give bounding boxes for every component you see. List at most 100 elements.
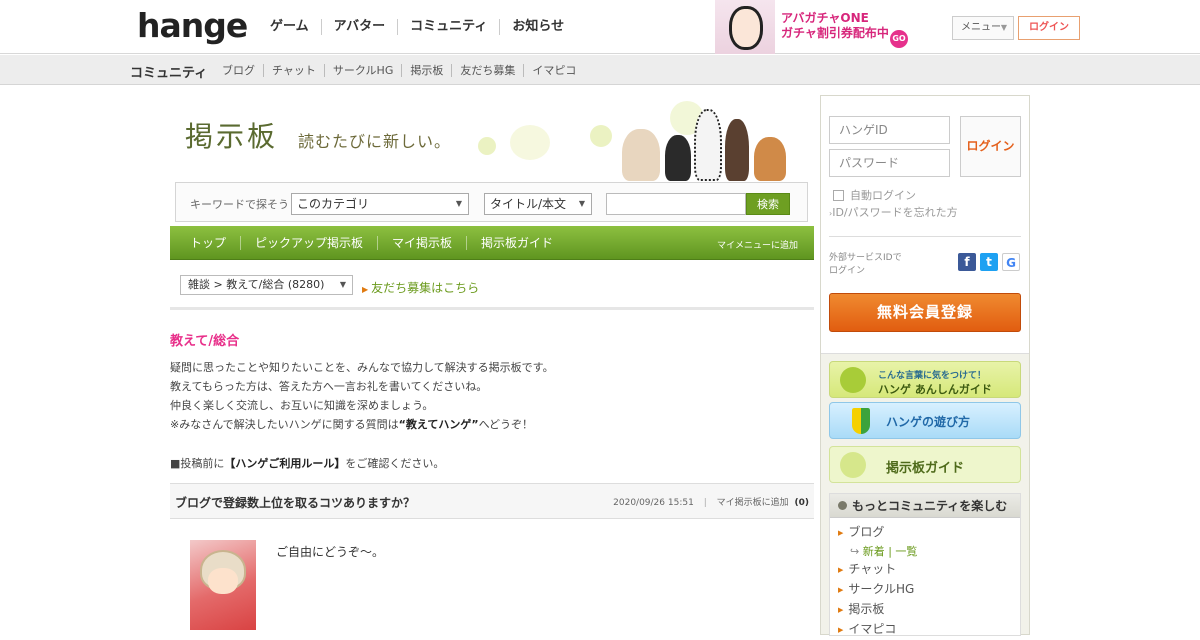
more-chat[interactable]: ▶ チャット bbox=[838, 560, 1020, 580]
google-icon[interactable]: G bbox=[1002, 253, 1020, 271]
hange-id-input[interactable]: ハンゲID bbox=[829, 116, 950, 144]
blog-new-list[interactable]: ↪ 新着 | 一覧 bbox=[838, 543, 1020, 560]
anshin-guide-banner[interactable]: こんな言葉に気をつけて！ ハンゲ あんしんガイド bbox=[829, 361, 1021, 398]
search-bar: キーワードで探そう このカテゴリ ▼ タイトル/本文 ▼ 検索 bbox=[175, 182, 808, 222]
tab-board-guide[interactable]: 掲示板ガイド bbox=[466, 236, 567, 250]
board-hero: 掲示板 読むたびに新しい。 bbox=[170, 95, 814, 185]
post-body: ご自由にどうぞ～。 bbox=[276, 545, 385, 559]
search-button[interactable]: 検索 bbox=[746, 193, 790, 215]
more-imapico[interactable]: ▶ イマピコ bbox=[838, 620, 1020, 640]
add-to-my-board-link[interactable]: マイ掲示板に追加 bbox=[717, 498, 789, 508]
menu-dropdown[interactable]: メニュー ▼ bbox=[952, 16, 1014, 40]
board-description: 疑問に思ったことや知りたいことを、みんなで協力して解決する掲示板です。 教えても… bbox=[170, 358, 554, 434]
password-input[interactable]: パスワード bbox=[829, 149, 950, 177]
external-login-label: 外部サービスIDで ログイン bbox=[829, 253, 902, 276]
circle-arrow-icon bbox=[838, 501, 847, 510]
global-nav: ゲーム アバター コミュニティ お知らせ bbox=[258, 19, 576, 35]
poster-avatar[interactable] bbox=[190, 540, 256, 630]
banner2-label: ハンゲの遊び方 bbox=[886, 415, 971, 429]
board-title: 教えて/総合 bbox=[170, 334, 240, 349]
thread-datetime: 2020/09/26 15:51 bbox=[613, 498, 694, 508]
rules-link[interactable]: 【ハンゲご利用ルール】 bbox=[224, 457, 345, 470]
nav-community[interactable]: コミュニティ bbox=[397, 19, 499, 35]
banner3-label: 掲示板ガイド bbox=[886, 461, 965, 476]
community-subnav: コミュニティ ブログ チャット サークルHG 掲示板 友だち募集 イマピコ bbox=[0, 55, 1200, 85]
board-guide-banner[interactable]: 掲示板ガイド bbox=[829, 446, 1021, 483]
dogs-image bbox=[622, 129, 660, 181]
facebook-icon[interactable]: f bbox=[958, 253, 976, 271]
subnav-blog[interactable]: ブログ bbox=[214, 64, 263, 77]
login-box: ハンゲID パスワード ログイン 自動ログイン ›ID/パスワードを忘れた方 外… bbox=[821, 96, 1029, 354]
sidebar: ハンゲID パスワード ログイン 自動ログイン ›ID/パスワードを忘れた方 外… bbox=[820, 95, 1030, 636]
thread-header: ブログで登録数上位を取るコツありますか？ 2020/09/26 15:51 | … bbox=[170, 483, 814, 519]
tab-my-board[interactable]: マイ掲示板 bbox=[377, 236, 466, 250]
key-icon bbox=[840, 367, 866, 393]
desc-line-3: 仲良く楽しく交流し、お互いに知識を深めましょう。 bbox=[170, 399, 434, 412]
nav-game[interactable]: ゲーム bbox=[258, 19, 321, 35]
hero-title: 掲示板 bbox=[185, 120, 279, 153]
hero-tagline: 読むたびに新しい。 bbox=[298, 132, 452, 151]
tab-pickup[interactable]: ピックアップ掲示板 bbox=[240, 236, 377, 250]
forgot-id-link[interactable]: ›ID/パスワードを忘れた方 bbox=[829, 204, 958, 220]
add-count: (0) bbox=[794, 498, 810, 508]
friend-recruit-link[interactable]: ▶ 友だち募集はこちら bbox=[362, 279, 479, 296]
rules-notice: ■投稿前に【ハンゲご利用ルール】をご確認ください。 bbox=[170, 457, 445, 470]
checkbox[interactable] bbox=[833, 189, 844, 201]
banner1-small: こんな言葉に気をつけて！ bbox=[878, 371, 987, 381]
main-content: 掲示板 読むたびに新しい。 キーワードで探そう このカテゴリ ▼ タイトル/本文 ▼… bbox=[170, 95, 814, 630]
more-blog[interactable]: ▶ ブログ bbox=[838, 523, 1020, 543]
banner-go-badge: GO bbox=[890, 30, 908, 48]
search-label: キーワードで探そう bbox=[190, 198, 289, 211]
more-circle[interactable]: ▶ サークルHG bbox=[838, 580, 1020, 600]
divider bbox=[170, 307, 814, 310]
subnav-imapico[interactable]: イマピコ bbox=[523, 64, 584, 77]
search-type-select[interactable]: タイトル/本文 ▼ bbox=[484, 193, 592, 215]
arrow-right-icon: ▶ bbox=[838, 529, 844, 537]
desc-line-2: 教えてもらった方は、答えた方へ一言お礼を書いてくださいね。 bbox=[170, 380, 488, 393]
more-board[interactable]: ▶ 掲示板 bbox=[838, 600, 1020, 620]
auto-login[interactable]: 自動ログイン bbox=[833, 187, 916, 203]
banner-line1: アバガチャONE bbox=[781, 11, 869, 25]
login-button[interactable]: ログイン bbox=[960, 116, 1021, 177]
tab-top[interactable]: トップ bbox=[176, 236, 240, 250]
arrow-right-icon: ▶ bbox=[838, 626, 844, 634]
how-to-play-banner[interactable]: ハンゲの遊び方 bbox=[829, 402, 1021, 439]
thread-meta: 2020/09/26 15:51 | マイ掲示板に追加 (0) bbox=[606, 495, 809, 508]
oshiete-hange-link[interactable]: “教えてハンゲ” bbox=[399, 418, 479, 431]
subnav-chat[interactable]: チャット bbox=[263, 64, 324, 77]
divider bbox=[829, 236, 1021, 237]
arrow-right-icon: ▶ bbox=[362, 285, 369, 294]
header-login-button[interactable]: ログイン bbox=[1018, 16, 1080, 40]
meta-separator: | bbox=[703, 498, 707, 508]
subnav-circle[interactable]: サークルHG bbox=[323, 64, 401, 77]
chevron-down-icon: ▼ bbox=[455, 199, 462, 208]
arrow-right-icon: ▶ bbox=[838, 606, 844, 614]
chevron-down-icon: ▼ bbox=[1000, 23, 1007, 32]
nav-news[interactable]: お知らせ bbox=[499, 19, 576, 35]
subnav-category[interactable]: コミュニティ bbox=[130, 62, 207, 81]
banner-line2: ガチャ割引券配布中 bbox=[781, 26, 889, 40]
arrow-right-icon: ▶ bbox=[838, 586, 844, 594]
nav-avatar[interactable]: アバター bbox=[320, 19, 397, 35]
chevron-down-icon: ▼ bbox=[339, 280, 346, 289]
beginner-mark-icon bbox=[852, 408, 870, 434]
category-select[interactable]: このカテゴリ ▼ bbox=[291, 193, 469, 215]
board-breadcrumb-select[interactable]: 雑談 > 教えて/総合 (8280) ▼ bbox=[180, 275, 353, 295]
banner1-large: ハンゲ あんしんガイド bbox=[878, 383, 992, 396]
desc-line-1: 疑問に思ったことや知りたいことを、みんなで協力して解決する掲示板です。 bbox=[170, 361, 554, 374]
subnav-board[interactable]: 掲示板 bbox=[401, 64, 451, 77]
banner-text: アバガチャONE ガチャ割引券配布中 bbox=[781, 11, 889, 41]
board-nav-bar: トップ ピックアップ掲示板 マイ掲示板 掲示板ガイド マイメニューに追加 bbox=[170, 226, 814, 260]
gacha-banner[interactable]: アバガチャONE ガチャ割引券配布中 GO bbox=[715, 0, 910, 54]
keyword-input[interactable] bbox=[606, 193, 746, 215]
add-to-my-menu-link[interactable]: マイメニューに追加 bbox=[717, 238, 798, 251]
avatar-girl-image bbox=[715, 0, 775, 54]
twitter-icon[interactable]: t bbox=[980, 253, 998, 271]
hange-logo[interactable]: hange bbox=[137, 6, 248, 45]
thread-title[interactable]: ブログで登録数上位を取るコツありますか？ bbox=[175, 494, 415, 511]
subnav-friends[interactable]: 友だち募集 bbox=[451, 64, 523, 77]
bubble-icon bbox=[840, 452, 866, 478]
arrow-right-icon: ▶ bbox=[838, 566, 844, 574]
desc-line-4: ※みなさんで解決したいハンゲに関する質問は“教えてハンゲ”へどうぞ！ bbox=[170, 418, 534, 431]
free-register-button[interactable]: 無料会員登録 bbox=[829, 293, 1021, 332]
